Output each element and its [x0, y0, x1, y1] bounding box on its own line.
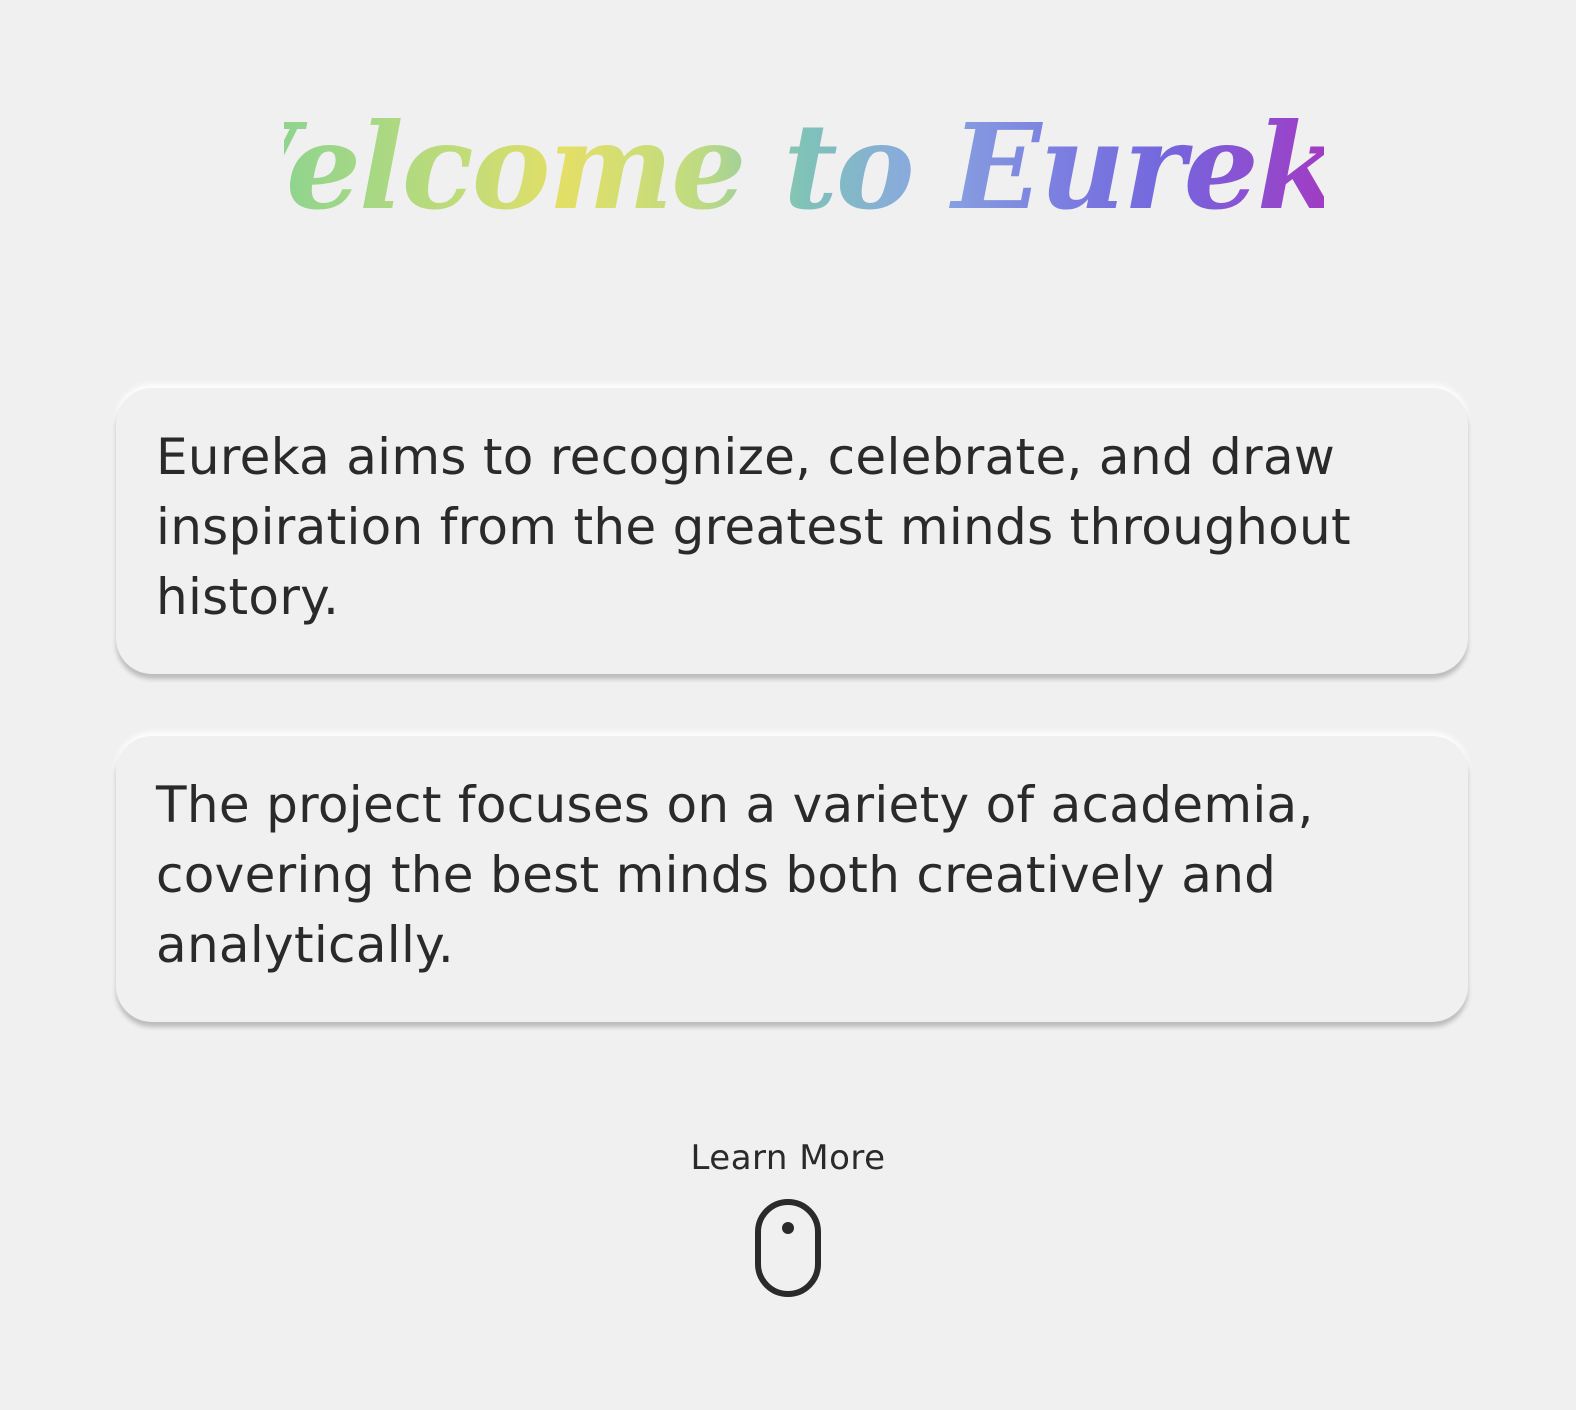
- hero-section: Welcome to Eureka: [0, 0, 1576, 330]
- info-card-focus: The project focuses on a variety of acad…: [116, 736, 1468, 1022]
- info-card-text: The project focuses on a variety of acad…: [156, 776, 1314, 974]
- page-title: Welcome to Eureka: [0, 92, 1576, 242]
- mouse-scroll-icon: [755, 1199, 821, 1297]
- learn-more-link[interactable]: Learn More: [0, 1136, 1576, 1298]
- info-card-mission: Eureka aims to recognize, celebrate, and…: [116, 388, 1468, 674]
- info-card-text: Eureka aims to recognize, celebrate, and…: [156, 428, 1351, 626]
- learn-more-label: Learn More: [690, 1138, 886, 1178]
